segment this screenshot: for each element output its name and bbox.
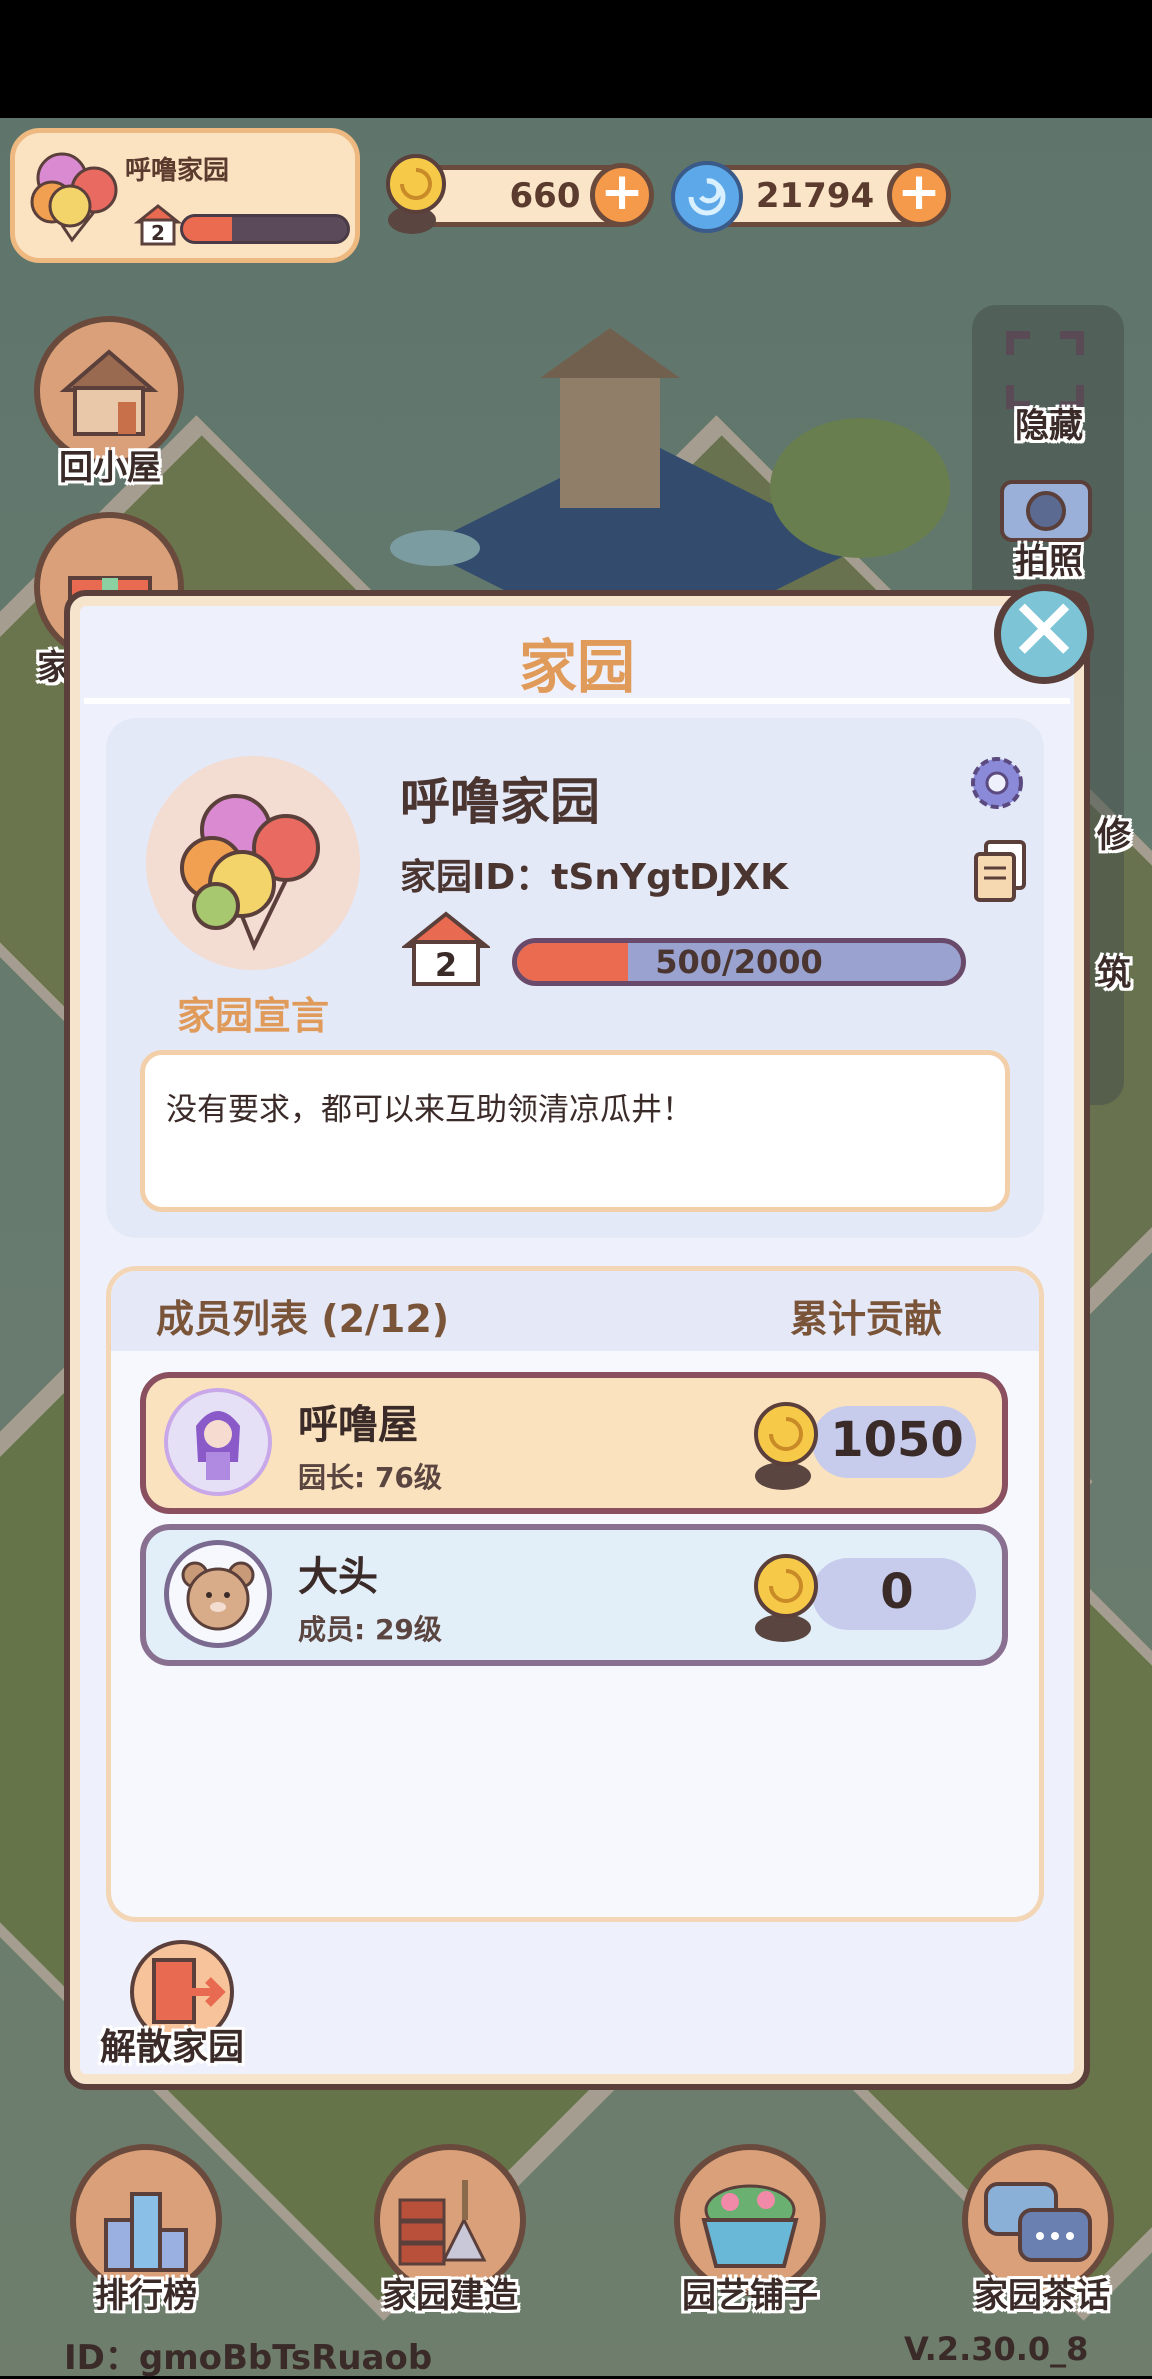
ranking-label: 排行榜 — [95, 2276, 197, 2316]
add-swirl-currency-button[interactable]: + — [887, 163, 951, 227]
home-avatar[interactable] — [146, 756, 360, 970]
bear-icon — [181, 1561, 255, 1631]
player-id: ID：gmoBbTsRuaob — [64, 2338, 433, 2378]
photo-label: 拍照 — [1015, 542, 1083, 582]
home-name: 呼噜家园 — [400, 773, 600, 831]
hide-label: 隐藏 — [1015, 406, 1083, 446]
garden-shop-label: 园艺铺子 — [682, 2276, 818, 2316]
member-contribution: 1050 — [830, 1412, 964, 1468]
home-id-label: 家园ID： — [400, 857, 552, 898]
copy-id-icon[interactable] — [972, 840, 1028, 904]
hud-home-name: 呼噜家园 — [125, 156, 230, 186]
snail-coin-icon — [386, 154, 446, 234]
add-snail-currency-button[interactable]: + — [590, 163, 654, 227]
declaration-label: 家园宣言 — [176, 994, 329, 1038]
member-role: 园长: 76级 — [298, 1461, 442, 1494]
balloons-icon — [180, 794, 320, 951]
home-id: 家园ID：tSnYgtDJXK — [400, 848, 788, 900]
hud-level-progress-fill — [183, 217, 233, 241]
tea-talk-label: 家园茶话 — [974, 2276, 1110, 2316]
member-avatar — [164, 1388, 272, 1496]
swirl-gem-icon — [671, 161, 743, 233]
member-name: 呼噜屋 — [298, 1402, 418, 1448]
version-label: V.2.30.0_8 — [904, 2330, 1089, 2368]
member-avatar — [164, 1540, 272, 1648]
character-portrait-icon — [196, 1411, 240, 1480]
member-name: 大头 — [298, 1554, 378, 1600]
contribution-title: 累计贡献 — [790, 1297, 943, 1341]
member-role: 成员: 29级 — [298, 1613, 442, 1646]
home-id-value: tSnYgtDJXK — [551, 857, 789, 898]
title-divider — [84, 698, 1070, 704]
level-house-icon: 2 — [134, 204, 182, 246]
declaration-box[interactable] — [140, 1050, 1010, 1212]
dissolve-home-label: 解散家园 — [100, 2027, 245, 2068]
svg-text:2: 2 — [435, 946, 457, 984]
settings-gear-icon[interactable] — [966, 752, 1028, 814]
hud-level-progress-bar — [180, 214, 350, 244]
level-house-icon: 2 — [402, 911, 490, 986]
balloons-icon — [30, 152, 118, 243]
snail-coin-icon — [754, 1402, 818, 1490]
right-side-label-partial-1: 修 — [1097, 816, 1131, 856]
home-level-progress-text: 500/2000 — [655, 943, 823, 981]
build-label: 家园建造 — [382, 2276, 518, 2316]
snail-coin-icon — [754, 1554, 818, 1642]
right-side-label-partial-2: 筑 — [1097, 954, 1131, 994]
member-list-title: 成员列表 (2/12) — [156, 1297, 450, 1341]
declaration-text: 没有要求，都可以来互助领清凉瓜井！ — [166, 1092, 693, 1128]
close-button[interactable]: ✕ — [994, 584, 1094, 684]
dialog-title: 家园 — [518, 633, 635, 701]
member-contribution: 0 — [880, 1564, 914, 1620]
status-bar — [0, 0, 1152, 118]
svg-text:2: 2 — [151, 221, 165, 245]
back-house-label: 回小屋 — [59, 448, 161, 488]
